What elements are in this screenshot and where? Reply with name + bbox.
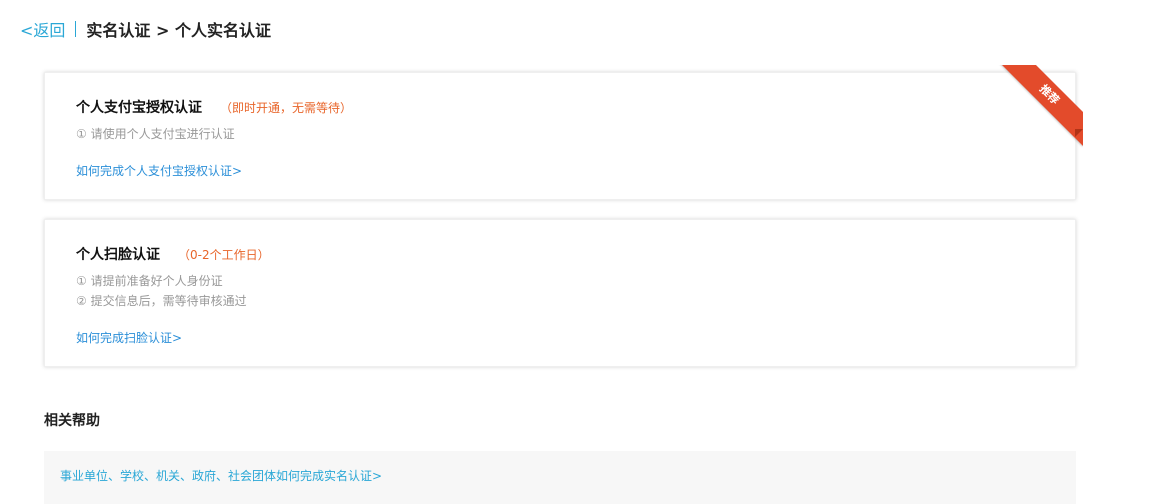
top-bar: <返回 实名认证 > 个人实名认证 — [20, 17, 271, 41]
back-link[interactable]: <返回 — [20, 17, 65, 41]
card-hint: （即时开通，无需等待） — [220, 101, 353, 115]
related-help-heading: 相关帮助 — [44, 413, 100, 429]
breadcrumb: 实名认证 > 个人实名认证 — [86, 21, 271, 40]
recommend-ribbon: 推荐 — [995, 65, 1083, 153]
face-scan-help-link[interactable]: 如何完成扫脸认证> — [76, 329, 182, 346]
related-help-link[interactable]: 事业单位、学校、机关、政府、社会团体如何完成实名认证> — [60, 467, 382, 484]
card-title-row: 个人扫脸认证 （0-2个工作日） — [76, 244, 270, 264]
alipay-auth-card[interactable]: 个人支付宝授权认证 （即时开通，无需等待） ① 请使用个人支付宝进行认证 如何完… — [44, 65, 1083, 200]
card-title-row: 个人支付宝授权认证 （即时开通，无需等待） — [76, 97, 352, 117]
card-title: 个人支付宝授权认证 — [76, 100, 202, 116]
ribbon-label: 推荐 — [998, 65, 1083, 146]
card-step: ① 请提前准备好个人身份证 — [76, 274, 223, 288]
card-hint: （0-2个工作日） — [178, 248, 270, 262]
card-step: ② 提交信息后，需等待审核通过 — [76, 294, 247, 308]
card-title: 个人扫脸认证 — [76, 247, 160, 263]
alipay-help-link[interactable]: 如何完成个人支付宝授权认证> — [76, 162, 242, 179]
card-step: ① 请使用个人支付宝进行认证 — [76, 127, 235, 141]
ribbon-fold — [1075, 129, 1083, 137]
face-scan-card[interactable]: 个人扫脸认证 （0-2个工作日） ① 请提前准备好个人身份证 ② 提交信息后，需… — [44, 219, 1076, 367]
related-help-box: 事业单位、学校、机关、政府、社会团体如何完成实名认证> — [44, 451, 1076, 504]
header-divider — [75, 21, 77, 37]
